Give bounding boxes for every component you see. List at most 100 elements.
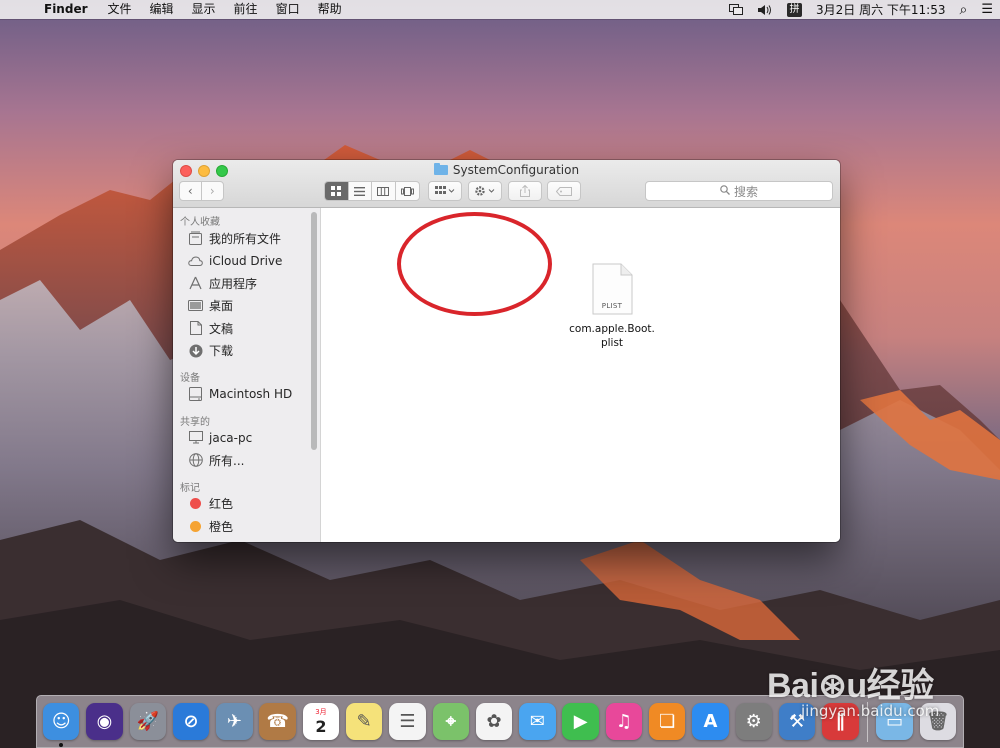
view-mode-switcher (324, 181, 420, 201)
sidebar-header-tags: 标记 (180, 482, 200, 494)
dock-xcode-icon[interactable]: ⚒ (778, 703, 816, 740)
calendar-month: 3月 (315, 708, 327, 716)
file-browser-content: PLIST com.apple.Boot.plist (321, 208, 840, 542)
nav-buttons: ‹ › (179, 181, 224, 201)
tags-button[interactable] (547, 181, 581, 201)
sidebar-item-label: 应用程序 (209, 276, 258, 291)
network-icon (188, 453, 203, 468)
file-name: com.apple.Boot.plist (569, 323, 655, 349)
share-button[interactable] (508, 181, 542, 201)
menu-view[interactable]: 显示 (183, 0, 225, 19)
volume-icon[interactable] (750, 0, 780, 19)
cover-flow-button[interactable] (396, 182, 419, 200)
sidebar-item-label: 红色 (209, 497, 234, 512)
all-files-icon (188, 231, 203, 246)
dock-downloads-stack-icon[interactable]: ▭ (876, 703, 913, 740)
menu-file[interactable]: 文件 (99, 0, 141, 19)
sidebar-item-jaca-pc[interactable]: jaca-pc (173, 427, 320, 450)
finder-window: SystemConfiguration ‹ › 搜索 个人收藏 我的所有文件 i… (173, 160, 840, 542)
sidebar-item-label: Macintosh HD (209, 387, 293, 402)
dock-trash-icon[interactable]: 🗑 (919, 703, 957, 740)
menu-window[interactable]: 窗口 (267, 0, 309, 19)
tag-red-dot (190, 498, 201, 510)
sidebar-item-tag-red[interactable]: 红色 (173, 493, 320, 516)
dock-maps-icon[interactable]: ⌖ (432, 703, 470, 740)
input-method-icon[interactable]: 拼 (787, 2, 803, 17)
sidebar-item-downloads[interactable]: 下载 (173, 340, 320, 363)
sidebar-item-desktop[interactable]: 桌面 (173, 295, 320, 318)
search-icon (720, 184, 730, 198)
search-placeholder: 搜索 (733, 184, 758, 199)
sidebar-item-tag-orange[interactable]: 橙色 (173, 515, 320, 538)
sidebar-item-label: 桌面 (209, 299, 234, 314)
file-item[interactable]: PLIST com.apple.Boot.plist (567, 263, 657, 350)
dock-finder-icon[interactable]: ☺ (43, 703, 80, 747)
window-toolbar: SystemConfiguration ‹ › 搜索 (173, 160, 840, 208)
dock-launchpad-icon[interactable]: 🚀 (129, 703, 167, 740)
sidebar-item-macintosh-hd[interactable]: Macintosh HD (173, 383, 320, 406)
sidebar-item-all-shared[interactable]: 所有... (173, 449, 320, 472)
dock-separator (867, 701, 869, 742)
list-view-button[interactable] (349, 182, 372, 200)
dock-system-preferences-icon[interactable]: ⚙ (735, 703, 772, 740)
sidebar: 个人收藏 我的所有文件 iCloud Drive 应用程序 桌面 文稿 下载 设… (173, 208, 321, 542)
dock-mail-stamp-icon[interactable]: ✈ (216, 703, 253, 740)
cloud-icon (188, 253, 203, 268)
notification-center-icon[interactable]: ☰ (974, 0, 1000, 19)
search-field[interactable]: 搜索 (645, 181, 833, 201)
sidebar-item-applications[interactable]: 应用程序 (173, 272, 320, 295)
spotlight-icon[interactable]: ⌕ (953, 0, 975, 19)
action-button[interactable] (468, 181, 502, 201)
desktop-icon (188, 298, 203, 313)
dock-messages-icon[interactable]: ✉ (519, 703, 556, 740)
sidebar-item-documents[interactable]: 文稿 (173, 317, 320, 340)
sidebar-item-all-my-files[interactable]: 我的所有文件 (173, 227, 320, 250)
back-button[interactable]: ‹ (180, 182, 202, 200)
dock-ibooks-icon[interactable]: ❏ (648, 703, 686, 740)
sidebar-header-favorites: 个人收藏 (180, 217, 220, 228)
dock-photos-icon[interactable]: ✿ (475, 703, 513, 740)
dock-parallels-icon[interactable]: ∥ (822, 703, 859, 740)
pc-icon (188, 430, 203, 445)
screen-mirror-icon[interactable] (722, 0, 750, 19)
file-type-badge: PLIST (601, 302, 623, 310)
dock-safari-icon[interactable]: ⊘ (172, 703, 210, 740)
dock-app-store-icon[interactable]: A (692, 703, 729, 740)
dock-calendar-icon[interactable]: 3月 2 (302, 703, 340, 740)
menu-bar: Finder 文件 编辑 显示 前往 窗口 帮助 拼 3月2日 周六 下午11:… (0, 0, 1000, 19)
dock-itunes-icon[interactable]: ♫ (605, 703, 643, 740)
menu-app-finder[interactable]: Finder (40, 0, 99, 19)
sidebar-scrollbar[interactable] (311, 212, 317, 450)
dock-facetime-icon[interactable]: ▶ (562, 703, 599, 740)
folder-icon (433, 163, 448, 175)
sidebar-item-label: 所有... (209, 453, 245, 468)
window-title: SystemConfiguration (173, 163, 840, 177)
icon-view-button[interactable] (325, 182, 349, 200)
forward-button[interactable]: › (202, 182, 223, 200)
sidebar-item-label: 我的所有文件 (209, 231, 282, 246)
arrange-button[interactable] (428, 181, 462, 201)
hard-drive-icon (188, 387, 203, 402)
downloads-icon (188, 343, 203, 358)
calendar-day: 2 (315, 717, 327, 736)
dock-reminders-icon[interactable]: ☰ (389, 703, 426, 740)
dock-contacts-icon[interactable]: ☎ (259, 703, 296, 740)
menu-edit[interactable]: 编辑 (141, 0, 183, 19)
dock-notes-icon[interactable]: ✎ (345, 703, 383, 740)
window-title-text: SystemConfiguration (452, 163, 580, 177)
sidebar-item-label: 文稿 (209, 321, 234, 336)
sidebar-item-icloud-drive[interactable]: iCloud Drive (173, 250, 320, 273)
column-view-button[interactable] (372, 182, 396, 200)
gear-icon (475, 186, 495, 196)
menu-help[interactable]: 帮助 (309, 0, 351, 19)
share-icon (520, 185, 530, 197)
menu-go[interactable]: 前往 (225, 0, 267, 19)
menu-clock[interactable]: 3月2日 周六 下午11:53 (809, 0, 952, 19)
tag-icon (556, 186, 572, 196)
plist-file-icon: PLIST (591, 263, 633, 315)
dock-siri-icon[interactable]: ◉ (86, 703, 123, 740)
dock: ☺ ◉ 🚀 ⊘ ✈ ☎ 3月 2 ✎ ☰ ⌖ ✿ ✉ ▶ ♫ ❏ A ⚙ ⚒ ∥ ▭ 🗑 (36, 695, 964, 748)
applications-icon (188, 276, 203, 291)
sidebar-item-label: 下载 (209, 344, 234, 359)
sidebar-item-label: jaca-pc (209, 430, 253, 445)
